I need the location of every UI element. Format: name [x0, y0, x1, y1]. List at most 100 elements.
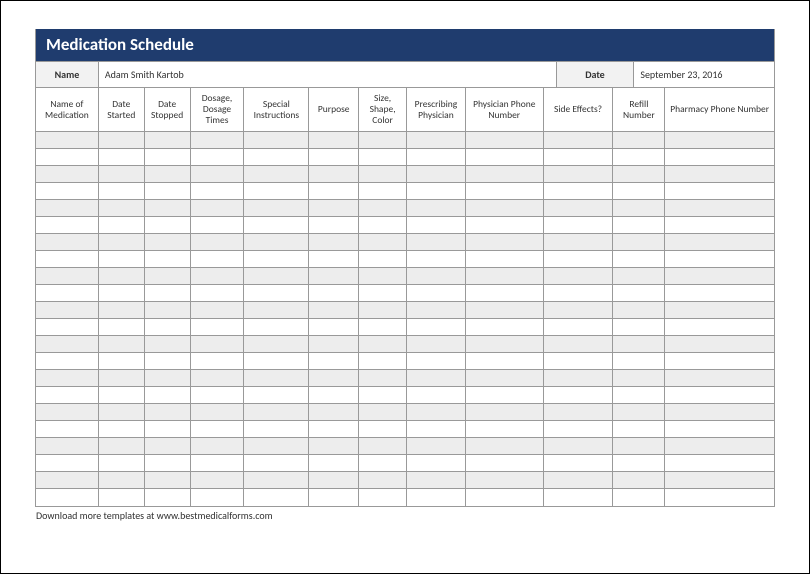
table-cell — [544, 387, 614, 404]
table-cell — [665, 200, 774, 217]
table-cell — [665, 370, 774, 387]
table-cell — [191, 268, 245, 285]
column-header: Pharmacy Phone Number — [665, 88, 774, 132]
table-cell — [665, 217, 774, 234]
table-cell — [244, 370, 309, 387]
table-cell — [544, 166, 614, 183]
table-cell — [407, 251, 466, 268]
table-cell — [244, 149, 309, 166]
medication-schedule-form: Medication Schedule Name Adam Smith Kart… — [35, 29, 775, 507]
table-cell — [99, 472, 145, 489]
table-cell — [309, 200, 359, 217]
table-cell — [613, 472, 665, 489]
table-cell — [407, 132, 466, 149]
table-cell — [191, 489, 245, 506]
table-cell — [613, 132, 665, 149]
table-cell — [407, 387, 466, 404]
table-cell — [665, 455, 774, 472]
table-cell — [145, 353, 191, 370]
table-cell — [36, 200, 99, 217]
table-cell — [407, 217, 466, 234]
table-cell — [359, 370, 407, 387]
table-cell — [466, 302, 544, 319]
table-cell — [665, 268, 774, 285]
table-cell — [36, 234, 99, 251]
table-cell — [99, 455, 145, 472]
table-cell — [145, 438, 191, 455]
table-cell — [191, 387, 245, 404]
table-cell — [191, 353, 245, 370]
table-cell — [36, 472, 99, 489]
table-cell — [466, 183, 544, 200]
table-cell — [244, 251, 309, 268]
table-cell — [544, 183, 614, 200]
table-cell — [244, 166, 309, 183]
table-cell — [191, 336, 245, 353]
table-cell — [665, 489, 774, 506]
table-cell — [309, 472, 359, 489]
table-cell — [191, 370, 245, 387]
table-cell — [309, 319, 359, 336]
column-headers-row: Name of Medication Date Started Date Sto… — [36, 88, 774, 132]
table-cell — [36, 438, 99, 455]
table-cell — [99, 200, 145, 217]
table-row — [36, 472, 774, 489]
table-cell — [359, 200, 407, 217]
table-row — [36, 319, 774, 336]
table-cell — [244, 489, 309, 506]
table-cell — [665, 302, 774, 319]
table-cell — [359, 353, 407, 370]
table-cell — [407, 166, 466, 183]
table-cell — [191, 421, 245, 438]
table-cell — [665, 149, 774, 166]
table-cell — [613, 268, 665, 285]
table-cell — [544, 132, 614, 149]
table-cell — [466, 336, 544, 353]
table-cell — [99, 319, 145, 336]
table-cell — [145, 200, 191, 217]
column-header: Purpose — [309, 88, 359, 132]
table-cell — [145, 336, 191, 353]
table-cell — [665, 132, 774, 149]
table-cell — [407, 370, 466, 387]
table-cell — [544, 489, 614, 506]
table-cell — [99, 251, 145, 268]
table-row — [36, 285, 774, 302]
table-cell — [244, 336, 309, 353]
table-cell — [99, 285, 145, 302]
table-cell — [466, 217, 544, 234]
table-cell — [544, 455, 614, 472]
table-cell — [407, 472, 466, 489]
document-page: Medication Schedule Name Adam Smith Kart… — [0, 0, 810, 574]
table-cell — [244, 438, 309, 455]
table-cell — [99, 387, 145, 404]
table-cell — [544, 217, 614, 234]
column-header: Date Started — [99, 88, 145, 132]
table-cell — [191, 217, 245, 234]
table-cell — [191, 302, 245, 319]
table-cell — [191, 404, 245, 421]
table-cell — [359, 319, 407, 336]
table-cell — [544, 285, 614, 302]
table-row — [36, 489, 774, 506]
table-cell — [309, 217, 359, 234]
table-cell — [466, 200, 544, 217]
table-cell — [36, 285, 99, 302]
table-cell — [613, 183, 665, 200]
table-cell — [309, 166, 359, 183]
table-cell — [244, 421, 309, 438]
table-cell — [407, 421, 466, 438]
table-row — [36, 370, 774, 387]
table-cell — [244, 404, 309, 421]
table-cell — [407, 455, 466, 472]
table-cell — [407, 285, 466, 302]
table-cell — [145, 183, 191, 200]
table-cell — [36, 132, 99, 149]
table-cell — [466, 455, 544, 472]
table-row — [36, 234, 774, 251]
table-row — [36, 217, 774, 234]
table-cell — [36, 166, 99, 183]
table-cell — [613, 370, 665, 387]
table-cell — [145, 370, 191, 387]
table-cell — [99, 438, 145, 455]
